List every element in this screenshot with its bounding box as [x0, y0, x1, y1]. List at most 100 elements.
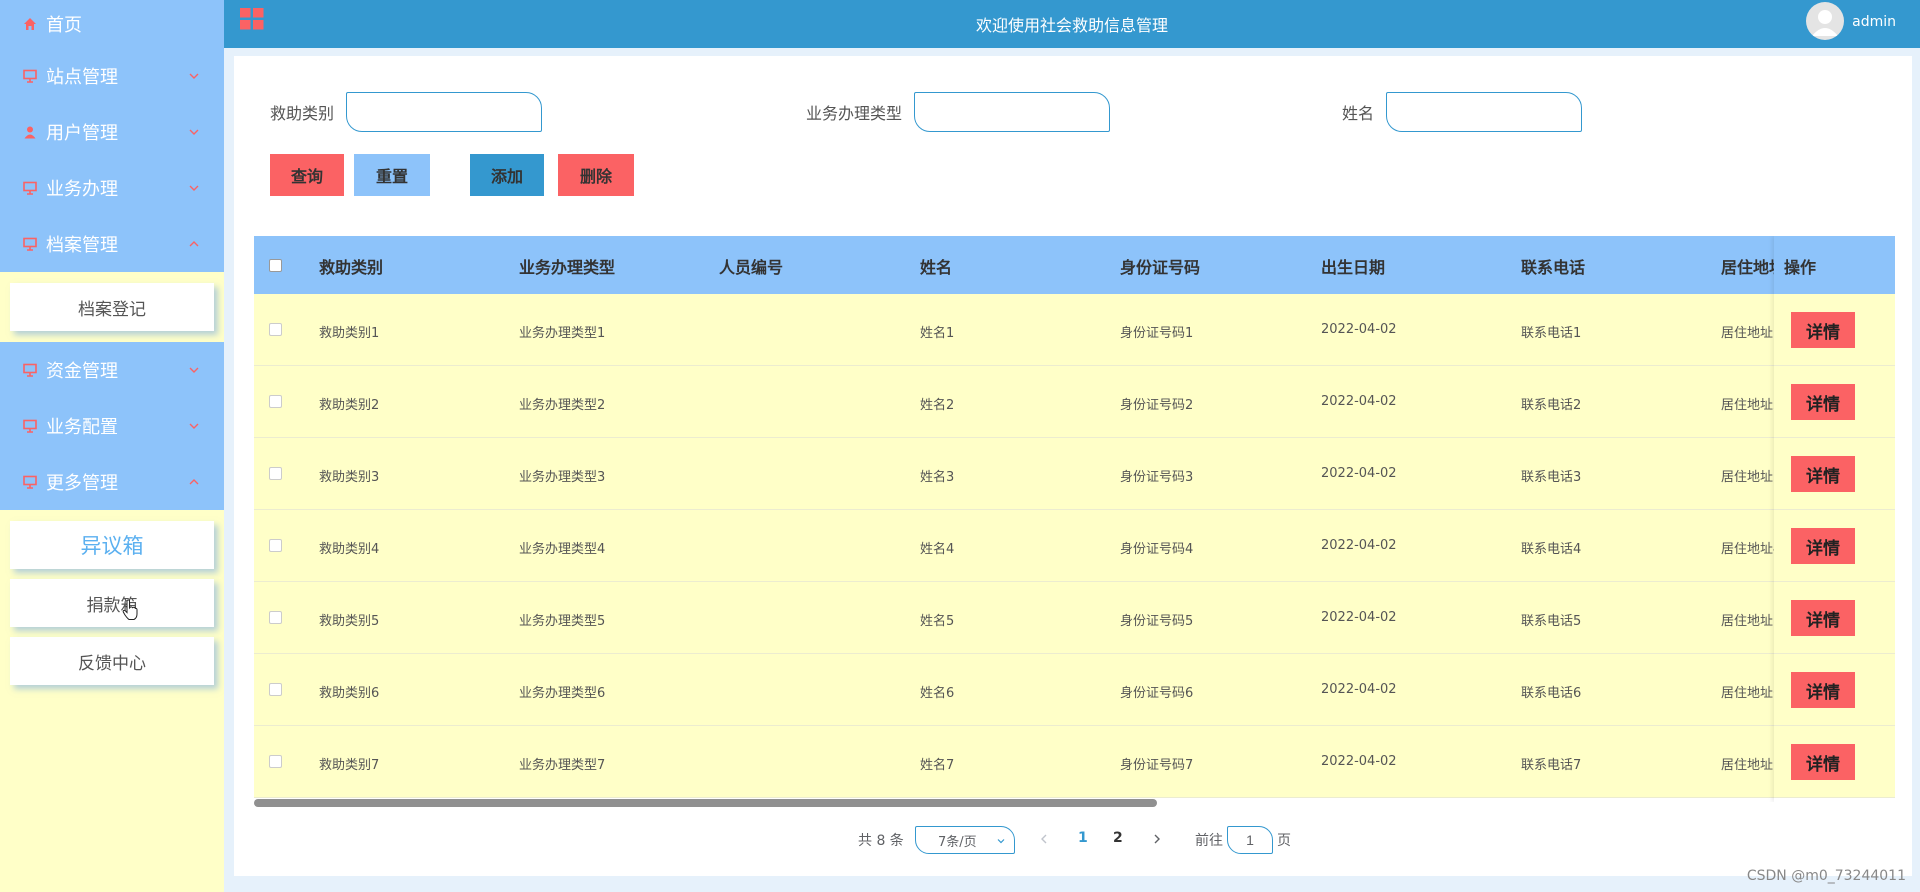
goto-page-input[interactable]: [1227, 826, 1273, 854]
sidebar-item-label: 站点管理: [46, 67, 118, 88]
table-cell: 救助类别6: [319, 686, 380, 701]
sidebar-subitem-archive-register[interactable]: 档案登记: [10, 283, 214, 331]
column-header: 联系电话: [1521, 258, 1586, 277]
prev-page-icon[interactable]: [1038, 833, 1050, 845]
row-checkbox[interactable]: [269, 467, 282, 480]
column-header: 人员编号: [719, 258, 784, 277]
data-table: 救助类别 业务办理类型 人员编号 姓名 身份证号码 出生日期 联系电话 居住地址…: [254, 236, 1895, 802]
sidebar-subitem-objection-box[interactable]: 异议箱: [10, 521, 214, 569]
detail-button[interactable]: 详情: [1791, 600, 1855, 636]
monitor-icon: [22, 236, 38, 252]
query-button[interactable]: 查询: [270, 154, 344, 196]
table-row: 救助类别5 业务办理类型5 姓名5 身份证号码5 2022-04-02 联系电话5 居住地址…: [254, 582, 1895, 654]
reset-button[interactable]: 重置: [354, 154, 430, 196]
table-cell: 身份证号码4: [1120, 542, 1194, 557]
sidebar-item-business[interactable]: 业务办理: [0, 160, 224, 216]
user-avatar-icon: [1812, 10, 1838, 36]
table-cell: 居住地址4: [1721, 542, 1782, 557]
detail-button[interactable]: 详情: [1791, 528, 1855, 564]
aid-type-input[interactable]: [346, 92, 543, 132]
page-size-select[interactable]: 7条/页: [915, 826, 1015, 854]
sidebar-item-label: 业务配置: [46, 417, 118, 438]
add-button[interactable]: 添加: [470, 154, 544, 196]
table-cell: 救助类别1: [319, 326, 380, 341]
sidebar-item-archive[interactable]: 档案管理: [0, 216, 224, 272]
sidebar-item-label: 业务办理: [46, 179, 118, 200]
chevron-down-icon: [997, 839, 1005, 844]
sidebar-item-home[interactable]: 首页: [0, 0, 224, 48]
table-cell: 业务办理类型3: [519, 470, 606, 485]
select-all-checkbox[interactable]: [269, 259, 282, 272]
row-checkbox[interactable]: [269, 611, 282, 624]
sidebar-item-users[interactable]: 用户管理: [0, 104, 224, 160]
table-cell: 身份证号码5: [1120, 614, 1194, 629]
username[interactable]: admin: [1852, 14, 1896, 30]
hand-cursor-icon: [122, 599, 138, 620]
delete-button[interactable]: 删除: [558, 154, 634, 196]
sidebar-item-site[interactable]: 站点管理: [0, 48, 224, 104]
column-header: 业务办理类型: [519, 258, 616, 277]
row-checkbox[interactable]: [269, 683, 282, 696]
table-cell: 联系电话5: [1521, 614, 1582, 629]
table-cell: 业务办理类型6: [519, 686, 606, 701]
table-cell: 居住地址7: [1721, 758, 1782, 773]
business-type-input[interactable]: [914, 92, 1111, 132]
table-cell: 联系电话4: [1521, 542, 1582, 557]
table-cell: 业务办理类型7: [519, 758, 606, 773]
detail-button[interactable]: 详情: [1791, 456, 1855, 492]
table-cell: 姓名4: [920, 542, 955, 557]
table-cell: 联系电话1: [1521, 326, 1582, 341]
goto-prefix: 前往: [1195, 833, 1223, 849]
search-label: 姓名: [1342, 104, 1375, 123]
table-cell: 2022-04-02: [1321, 394, 1397, 409]
operation-cell: 详情: [1774, 510, 1895, 582]
page-title: 欢迎使用社会救助信息管理: [975, 16, 1168, 35]
table-row: 救助类别3 业务办理类型3 姓名3 身份证号码3 2022-04-02 联系电话3 居住地址…: [254, 438, 1895, 510]
row-checkbox[interactable]: [269, 755, 282, 768]
chevron-down-icon: [189, 129, 199, 135]
detail-button[interactable]: 详情: [1791, 672, 1855, 708]
row-checkbox[interactable]: [269, 539, 282, 552]
sidebar-item-label: 用户管理: [46, 123, 118, 144]
sidebar-subitem-feedback[interactable]: 反馈中心: [10, 637, 214, 685]
sidebar-item-label: 资金管理: [46, 361, 118, 382]
name-input[interactable]: [1386, 92, 1583, 132]
column-header: 救助类别: [319, 258, 384, 277]
table-cell: 姓名5: [920, 614, 955, 629]
search-field-name: 姓名: [1342, 92, 1583, 132]
sidebar-item-config[interactable]: 业务配置: [0, 398, 224, 454]
row-checkbox[interactable]: [269, 395, 282, 408]
next-page-icon[interactable]: [1151, 833, 1163, 845]
table-cell: 2022-04-02: [1321, 538, 1397, 553]
table-cell: 居住地址5: [1721, 614, 1782, 629]
sidebar-item-more[interactable]: 更多管理: [0, 454, 224, 510]
detail-button[interactable]: 详情: [1791, 744, 1855, 780]
scrollbar-thumb[interactable]: [254, 799, 1157, 807]
sidebar-subitem-donation-box[interactable]: 捐款箱: [10, 579, 214, 627]
table-cell: 业务办理类型2: [519, 398, 606, 413]
horizontal-scrollbar[interactable]: [254, 799, 1895, 807]
detail-button[interactable]: 详情: [1791, 312, 1855, 348]
chevron-down-icon: [189, 73, 199, 79]
table-cell: 2022-04-02: [1321, 682, 1397, 697]
sidebar-item-funds[interactable]: 资金管理: [0, 342, 224, 398]
table-cell: 姓名6: [920, 686, 955, 701]
table-cell: 身份证号码3: [1120, 470, 1194, 485]
row-checkbox[interactable]: [269, 323, 282, 336]
sidebar: 首页 站点管理 用户管理 业务办理 档案管理 档案登记 资金管理 业务配置 更多…: [0, 0, 224, 892]
chevron-down-icon: [189, 185, 199, 191]
detail-button[interactable]: 详情: [1791, 384, 1855, 420]
table-row: 救助类别7 业务办理类型7 姓名7 身份证号码7 2022-04-02 联系电话7 居住地址…: [254, 726, 1895, 798]
more-submenu: 异议箱 捐款箱 反馈中心: [0, 510, 224, 703]
table-cell: 业务办理类型1: [519, 326, 606, 341]
column-header: 操作: [1784, 258, 1817, 277]
table-cell: 救助类别2: [319, 398, 380, 413]
table-row: 救助类别4 业务办理类型4 姓名4 身份证号码4 2022-04-02 联系电话4 居住地址…: [254, 510, 1895, 582]
page-number[interactable]: 2: [1113, 830, 1123, 846]
table-cell: 姓名7: [920, 758, 955, 773]
avatar[interactable]: [1806, 2, 1844, 40]
table-cell: 联系电话7: [1521, 758, 1582, 773]
table-cell: 救助类别5: [319, 614, 380, 629]
page-number[interactable]: 1: [1078, 830, 1088, 846]
table-cell: 联系电话6: [1521, 686, 1582, 701]
